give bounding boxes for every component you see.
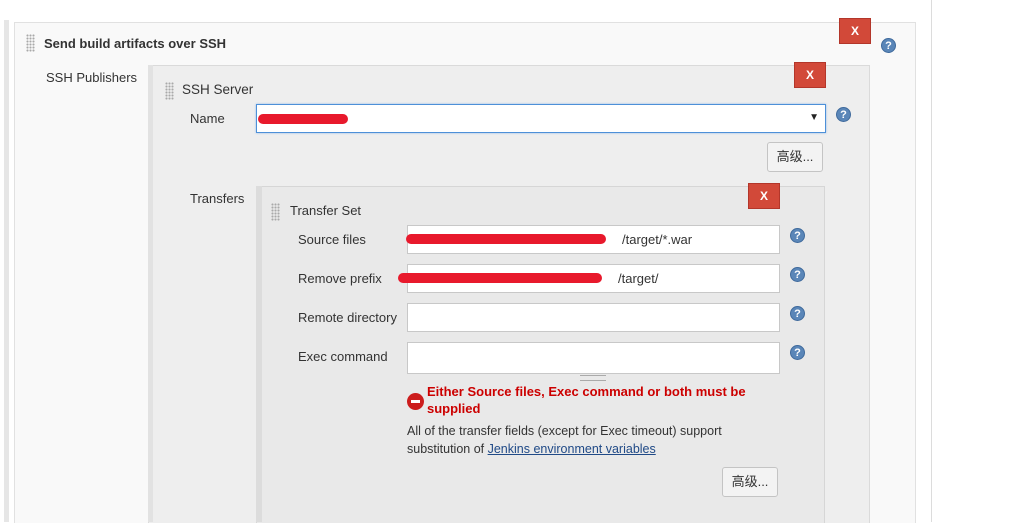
help-icon[interactable]: ? (790, 345, 805, 360)
redaction-mark (406, 234, 606, 244)
transfer-set-advanced-button[interactable]: 高级... (722, 467, 778, 497)
ssh-server-stripe (148, 65, 153, 522)
remote-directory-input[interactable] (407, 303, 780, 332)
textarea-resize-handle[interactable] (580, 375, 606, 381)
remote-directory-label: Remote directory (298, 310, 397, 325)
delete-transfer-set-button[interactable]: X (748, 183, 780, 209)
help-icon[interactable]: ? (790, 267, 805, 282)
ssh-server-advanced-button[interactable]: 高级... (767, 142, 823, 172)
help-icon[interactable]: ? (881, 38, 896, 53)
info-text-line2: substitution of Jenkins environment vari… (407, 440, 656, 458)
ssh-server-title: SSH Server (182, 82, 254, 97)
source-files-label: Source files (298, 232, 366, 247)
exec-command-label: Exec command (298, 349, 388, 364)
redaction-mark (398, 273, 602, 283)
drag-handle-icon[interactable] (271, 203, 280, 221)
error-message-line2: supplied (427, 401, 481, 416)
dropdown-arrow-icon: ▼ (809, 112, 819, 123)
page-divider (931, 0, 932, 522)
help-icon[interactable]: ? (836, 107, 851, 122)
remove-prefix-label: Remove prefix (298, 271, 382, 286)
error-icon (407, 393, 424, 410)
help-icon[interactable]: ? (790, 228, 805, 243)
ssh-publishers-label: SSH Publishers (46, 70, 138, 85)
delete-ssh-server-button[interactable]: X (794, 62, 826, 88)
error-message-line1: Either Source files, Exec command or bot… (427, 384, 746, 399)
exec-command-textarea[interactable] (407, 342, 780, 374)
transfers-label: Transfers (190, 191, 245, 206)
drag-handle-icon[interactable] (26, 34, 35, 52)
jenkins-env-vars-link[interactable]: Jenkins environment variables (488, 442, 656, 456)
redaction-mark (258, 114, 348, 124)
transfer-set-title: Transfer Set (290, 203, 362, 218)
info-text-line1: All of the transfer fields (except for E… (407, 424, 722, 438)
section-title: Send build artifacts over SSH (44, 36, 227, 51)
transfer-set-stripe (256, 186, 262, 522)
section-left-bar (4, 20, 9, 522)
delete-section-button[interactable]: X (839, 18, 871, 44)
name-label: Name (190, 111, 225, 126)
info-text-prefix: substitution of (407, 442, 488, 456)
help-icon[interactable]: ? (790, 306, 805, 321)
drag-handle-icon[interactable] (165, 82, 174, 100)
